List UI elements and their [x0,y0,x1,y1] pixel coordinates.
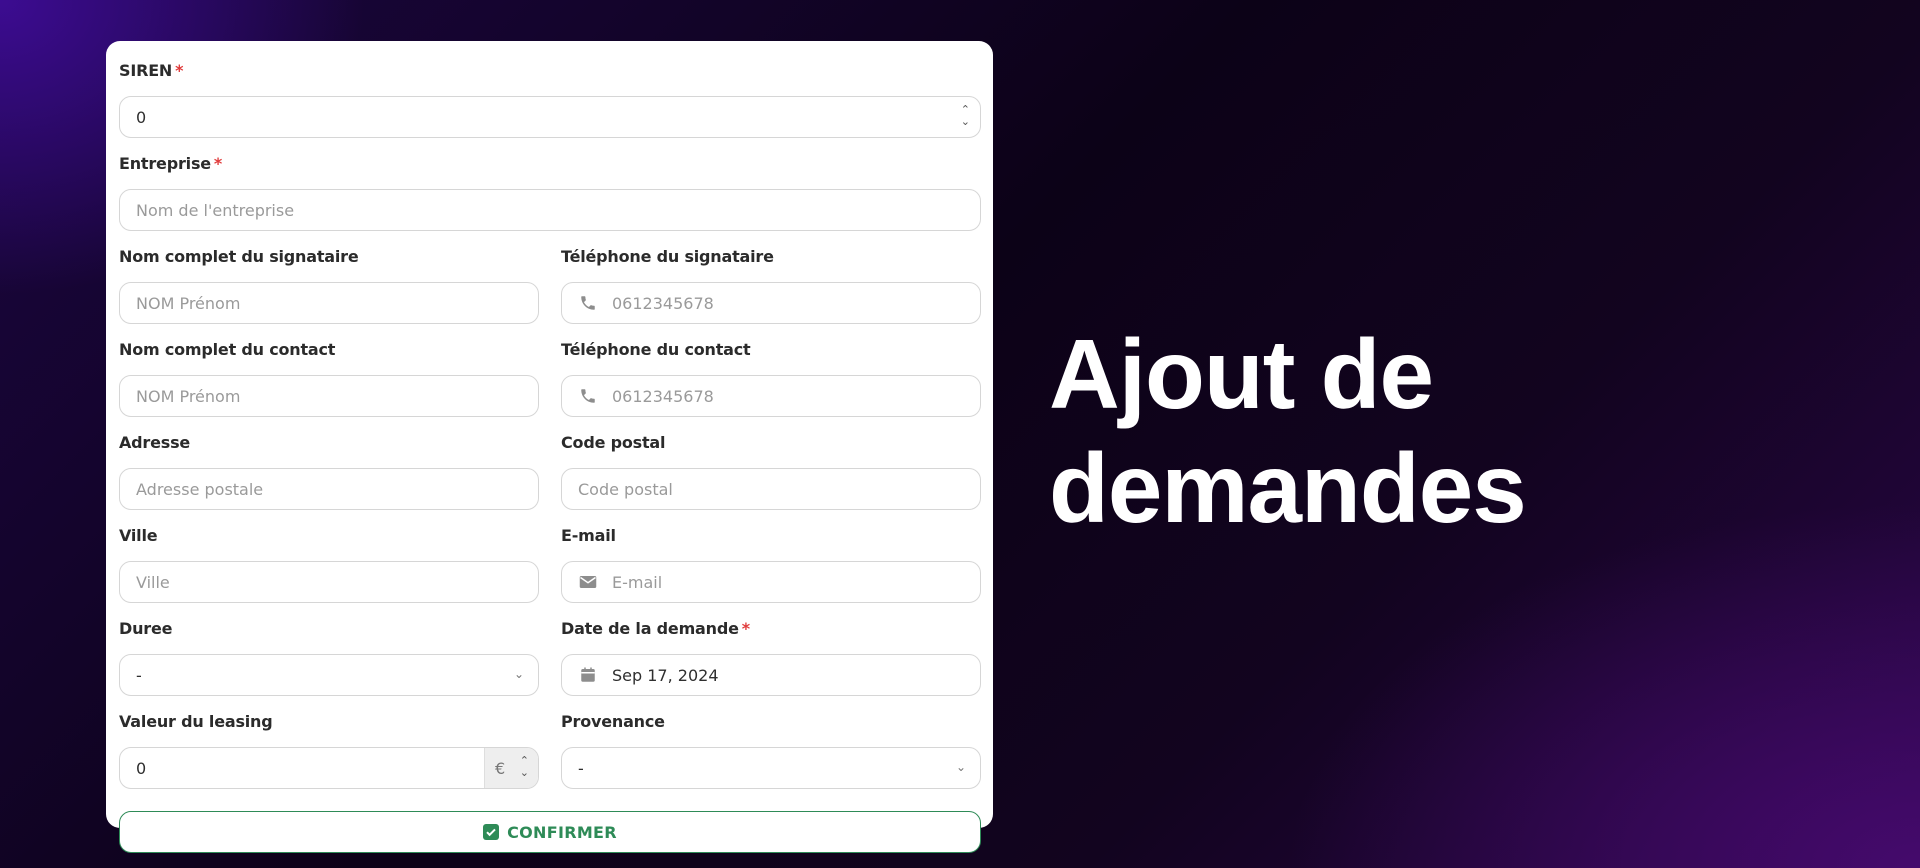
currency-symbol: € [495,758,506,778]
number-stepper[interactable]: ⌃ ⌄ [961,104,970,128]
required-mark: * [213,154,223,173]
email-label: E-mail [561,526,616,545]
signataire-phone-label: Téléphone du signataire [561,247,774,266]
date-demande-value: Sep 17, 2024 [612,665,719,685]
valeur-leasing-label: Valeur du leasing [119,712,273,731]
ville-input[interactable]: Ville [119,561,539,603]
request-form-card: SIREN * 0 ⌃ ⌄ Entreprise * Nom de l'entrepr… [106,41,993,853]
code-postal-label: Code postal [561,433,666,452]
contact-phone-input[interactable]: 0612345678 [561,375,981,417]
confirm-label: CONFIRMER [507,822,617,842]
adresse-label: Adresse [119,433,191,452]
code-postal-input[interactable]: Code postal [561,468,981,510]
entreprise-label: Entreprise * [119,154,223,173]
calendar-icon[interactable] [578,665,598,685]
headline-line-2: demandes [1049,433,1527,543]
headline-line-1: Ajout de [1049,319,1434,429]
siren-label: SIREN * [119,61,184,80]
chevron-down-icon[interactable]: ⌄ [520,767,529,779]
contact-phone-label: Téléphone du contact [561,340,751,359]
signataire-name-label: Nom complet du signataire [119,247,359,266]
mail-icon [578,572,598,592]
email-input[interactable]: E-mail [561,561,981,603]
chevron-down-icon: ⌄ [513,667,524,681]
required-mark: * [175,61,184,80]
provenance-select[interactable]: - ⌄ [561,747,981,789]
duree-label: Duree [119,619,173,638]
adresse-placeholder: Adresse postale [136,479,264,499]
phone-icon [578,386,598,406]
entreprise-placeholder: Nom de l'entreprise [136,200,295,220]
contact-name-label: Nom complet du contact [119,340,336,359]
signataire-name-input[interactable]: NOM Prénom [119,282,539,324]
entreprise-input[interactable]: Nom de l'entreprise [119,189,981,231]
provenance-value: - [578,758,584,778]
provenance-label: Provenance [561,712,665,731]
code-postal-placeholder: Code postal [578,479,673,499]
chevron-down-icon[interactable]: ⌄ [961,116,970,128]
contact-name-placeholder: NOM Prénom [136,386,241,406]
signataire-phone-placeholder: 0612345678 [612,293,714,313]
contact-name-input[interactable]: NOM Prénom [119,375,539,417]
signataire-name-placeholder: NOM Prénom [136,293,241,313]
siren-value: 0 [136,107,147,127]
duree-select[interactable]: - ⌄ [119,654,539,696]
valeur-leasing-input[interactable]: 0 € ⌃ ⌄ [119,747,539,789]
chevron-down-icon: ⌄ [955,760,966,774]
phone-icon [578,293,598,313]
check-icon [483,824,500,840]
contact-phone-placeholder: 0612345678 [612,386,714,406]
signataire-phone-input[interactable]: 0612345678 [561,282,981,324]
required-mark: * [741,619,750,638]
page-headline: Ajout de demandes [1049,317,1527,545]
number-stepper[interactable]: ⌃ ⌄ [520,755,529,779]
ville-label: Ville [119,526,158,545]
siren-input[interactable]: 0 ⌃ ⌄ [119,96,981,138]
email-placeholder: E-mail [612,572,663,592]
confirm-button[interactable]: CONFIRMER [119,811,981,853]
date-demande-input[interactable]: Sep 17, 2024 [561,654,981,696]
adresse-input[interactable]: Adresse postale [119,468,539,510]
date-demande-label: Date de la demande * [561,619,750,638]
valeur-leasing-value: 0 [136,758,147,778]
duree-value: - [136,665,142,685]
ville-placeholder: Ville [136,572,170,592]
currency-suffix: € ⌃ ⌄ [484,748,538,788]
